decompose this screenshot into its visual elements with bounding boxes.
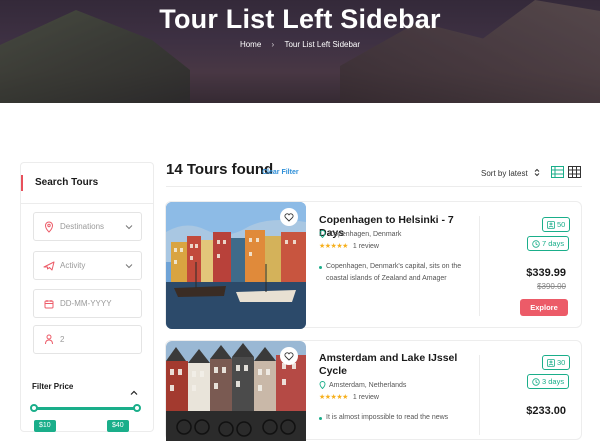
bullet-dot — [319, 417, 322, 420]
duration-badge: 7 days — [527, 236, 570, 251]
star-rating-icon: ★★★★★ — [319, 394, 348, 401]
sort-label: Sort by latest — [481, 169, 528, 178]
tour-price: $233.00 — [526, 405, 566, 417]
star-rating-icon: ★★★★★ — [319, 243, 348, 250]
tour-description: Copenhagen, Denmark's capital, sits on t… — [326, 263, 462, 282]
card-divider — [479, 355, 480, 435]
date-placeholder: DD-MM-YYYY — [60, 299, 112, 308]
tour-location-text: Amsterdam, Netherlands — [329, 381, 407, 389]
activity-select[interactable]: Activity — [33, 251, 142, 280]
calendar-icon — [43, 298, 55, 310]
tour-location: Amsterdam, Netherlands — [319, 381, 406, 389]
price-max-label: $40 — [107, 420, 129, 432]
results-count: 14 Tours found — [166, 161, 274, 178]
grid-view-icon[interactable] — [568, 165, 581, 183]
tour-review-count: 1 review — [352, 393, 379, 401]
clear-filter-link[interactable]: Clear Filter — [262, 169, 299, 176]
group-size-badge: 50 — [542, 217, 571, 232]
group-size-value: 50 — [557, 220, 566, 229]
tour-description: It is almost impossible to read the news — [326, 414, 449, 421]
chevron-down-icon — [125, 223, 133, 232]
destinations-select[interactable]: Destinations — [33, 212, 142, 241]
favorite-heart-icon[interactable] — [280, 347, 298, 365]
card-divider — [479, 216, 480, 316]
favorite-heart-icon[interactable] — [280, 208, 298, 226]
tour-card: Copenhagen to Helsinki - 7 Days Copenhag… — [165, 201, 582, 329]
bullet-dot — [319, 266, 322, 269]
tour-rating: ★★★★★ 1 review — [319, 393, 379, 402]
breadcrumb-home[interactable]: Home — [240, 40, 261, 49]
tour-location: Copenhagen, Denmark — [319, 230, 401, 238]
price-range-min-handle[interactable] — [30, 404, 38, 412]
person-icon — [547, 220, 555, 229]
sort-arrows-icon — [534, 168, 540, 178]
sort-select[interactable]: Sort by latest — [481, 168, 540, 178]
tour-location-text: Copenhagen, Denmark — [329, 230, 402, 238]
tour-old-price: $390.00 — [537, 282, 566, 291]
explore-button[interactable]: Explore — [520, 299, 568, 316]
price-range-max-handle[interactable] — [133, 404, 141, 412]
breadcrumb: Home › Tour List Left Sidebar — [0, 40, 600, 49]
results-divider — [166, 186, 582, 187]
hero-banner: Tour List Left Sidebar Home › Tour List … — [0, 0, 600, 103]
sidebar-divider — [21, 203, 153, 204]
chevron-down-icon — [125, 262, 133, 271]
sidebar-title: Search Tours — [21, 175, 98, 191]
map-pin-icon — [43, 220, 55, 233]
breadcrumb-separator: › — [271, 40, 275, 49]
duration-badge: 3 days — [527, 374, 570, 389]
activity-placeholder: Activity — [60, 261, 86, 270]
clock-icon — [532, 377, 540, 386]
tour-card: Amsterdam and Lake IJssel Cycle Amsterda… — [165, 340, 582, 441]
list-view-icon[interactable] — [551, 165, 564, 183]
plane-icon — [43, 260, 55, 272]
filter-price-title: Filter Price — [32, 382, 74, 391]
date-input[interactable]: DD-MM-YYYY — [33, 289, 142, 318]
clock-icon — [532, 239, 540, 248]
tour-rating: ★★★★★ 1 review — [319, 242, 379, 251]
person-icon — [547, 358, 555, 367]
map-pin-icon — [319, 381, 326, 389]
price-min-label: $10 — [34, 420, 56, 432]
guests-value: 2 — [60, 335, 65, 344]
person-icon — [43, 334, 55, 346]
tour-title[interactable]: Amsterdam and Lake IJssel Cycle — [319, 352, 469, 378]
duration-value: 3 days — [542, 377, 565, 386]
tour-price: $339.99 — [526, 267, 566, 279]
group-size-badge: 30 — [542, 355, 571, 370]
duration-value: 7 days — [542, 239, 565, 248]
chevron-up-icon[interactable] — [130, 383, 138, 401]
price-range-track[interactable] — [34, 407, 137, 410]
guests-input[interactable]: 2 — [33, 325, 142, 354]
destinations-placeholder: Destinations — [60, 222, 105, 231]
tour-review-count: 1 review — [352, 242, 379, 250]
page-title: Tour List Left Sidebar — [159, 4, 441, 34]
map-pin-icon — [319, 230, 326, 238]
breadcrumb-current: Tour List Left Sidebar — [284, 40, 361, 49]
group-size-value: 30 — [557, 358, 566, 367]
